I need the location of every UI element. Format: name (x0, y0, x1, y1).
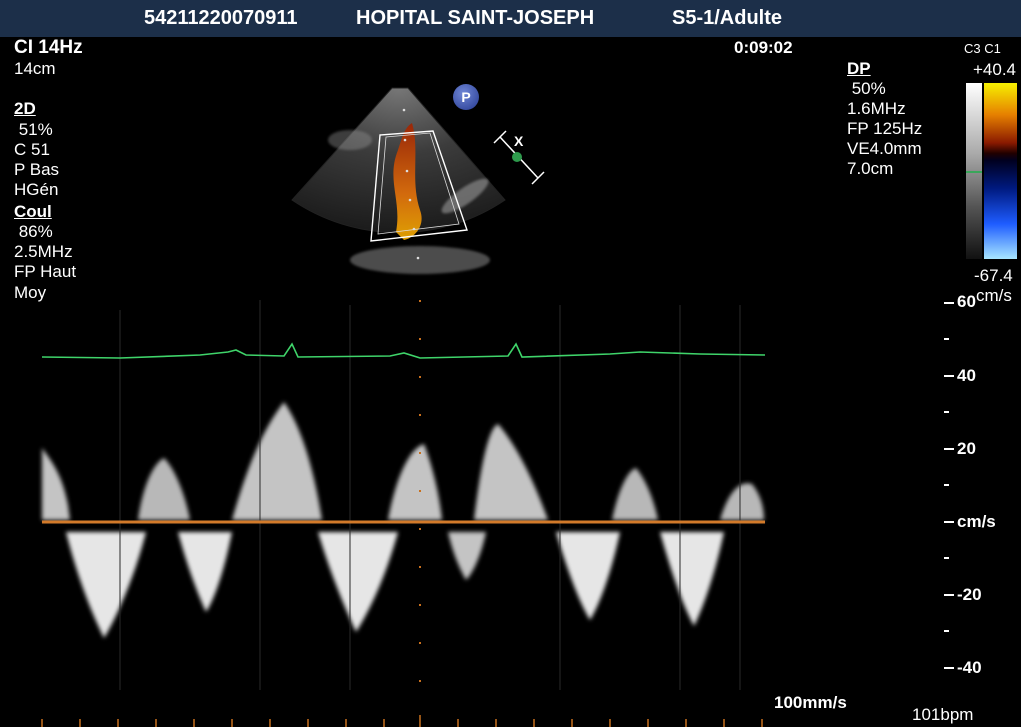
scale-label-20: 20 (957, 439, 976, 458)
sweep-speed: 100mm/s (774, 693, 847, 712)
ultrasound-display (41, 87, 954, 727)
ecg-trace (41, 342, 766, 359)
gate-x-label: X (514, 133, 524, 149)
scale-label-60: 60 (957, 292, 976, 311)
heart-rate: 101bpm (912, 705, 974, 724)
scale-label-unit: cm/s (957, 512, 996, 531)
scale-label-neg20: -20 (957, 585, 982, 604)
scale-label-neg40: -40 (957, 658, 982, 677)
velocity-scale-ticks (944, 302, 954, 669)
doppler-spectrum (42, 402, 764, 638)
preset-badge[interactable]: P (453, 84, 479, 110)
time-ticks (41, 715, 763, 727)
scale-label-40: 40 (957, 366, 976, 385)
